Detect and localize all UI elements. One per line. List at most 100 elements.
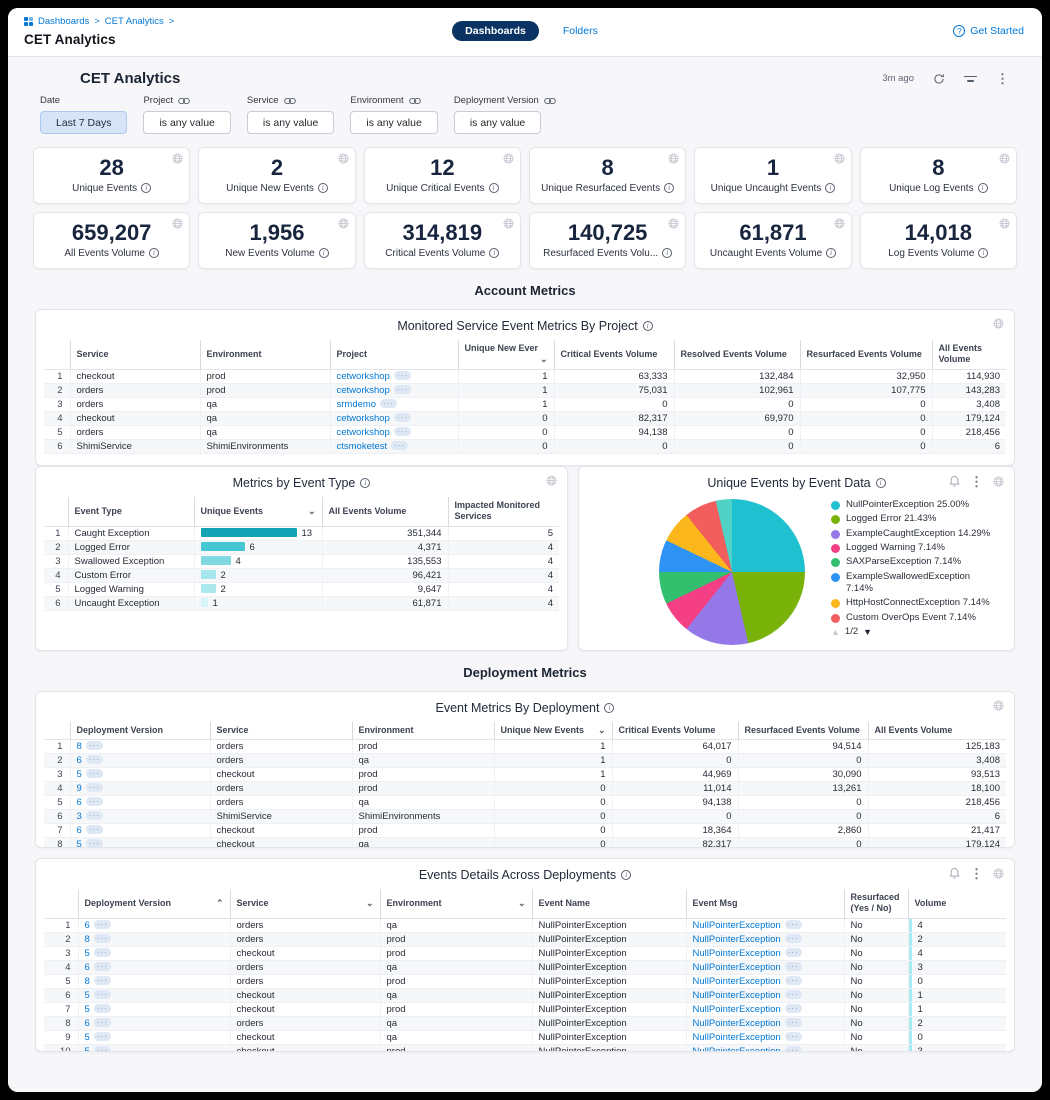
cell-link[interactable]: 5 bbox=[85, 1046, 90, 1053]
cell-link[interactable]: 6 bbox=[85, 920, 90, 931]
cell-link[interactable]: srmdemo bbox=[337, 399, 377, 410]
pie-chart[interactable] bbox=[659, 499, 805, 645]
column-header[interactable]: Critical Events Volume bbox=[612, 722, 738, 740]
ellipsis-badge[interactable]: ··· bbox=[86, 797, 103, 806]
globe-icon[interactable] bbox=[546, 475, 557, 486]
ellipsis-badge[interactable]: ··· bbox=[785, 1018, 802, 1027]
cell-link[interactable]: 6 bbox=[77, 797, 82, 808]
cell-link[interactable]: 5 bbox=[85, 948, 90, 959]
ellipsis-badge[interactable]: ··· bbox=[394, 427, 411, 436]
info-icon[interactable]: i bbox=[360, 478, 370, 488]
column-header[interactable]: Unique New Ever⌄ bbox=[458, 340, 554, 369]
legend-item[interactable]: SAXParseException 7.14% bbox=[831, 556, 991, 568]
column-header[interactable]: Impacted Monitored Services bbox=[448, 497, 559, 526]
legend-page-up-icon[interactable]: ▲ bbox=[831, 627, 840, 637]
cell-link[interactable]: 5 bbox=[77, 769, 82, 780]
column-header[interactable]: Event Name bbox=[532, 889, 686, 918]
cell-link[interactable]: ctsmoketest bbox=[337, 441, 388, 452]
cell-link[interactable]: 9 bbox=[77, 783, 82, 794]
cell-link[interactable]: 3 bbox=[77, 811, 82, 822]
column-header[interactable]: Environment⌄ bbox=[380, 889, 532, 918]
info-icon[interactable]: i bbox=[141, 183, 151, 193]
info-icon[interactable]: i bbox=[318, 183, 328, 193]
refresh-icon[interactable] bbox=[933, 73, 945, 85]
cell-link[interactable]: 5 bbox=[85, 1004, 90, 1015]
ellipsis-badge[interactable]: ··· bbox=[785, 962, 802, 971]
legend-item[interactable]: Logged Warning 7.14% bbox=[831, 542, 991, 554]
cell-link[interactable]: 6 bbox=[77, 825, 82, 836]
ellipsis-badge[interactable]: ··· bbox=[94, 1046, 111, 1053]
legend-item[interactable]: Logged Error 21.43% bbox=[831, 513, 991, 525]
filter-value-chip[interactable]: is any value bbox=[350, 111, 437, 134]
ellipsis-badge[interactable]: ··· bbox=[86, 769, 103, 778]
cell-link[interactable]: NullPointerException bbox=[693, 1004, 781, 1015]
tab-folders[interactable]: Folders bbox=[563, 25, 598, 37]
cell-link[interactable]: 5 bbox=[77, 839, 82, 848]
filter-value-chip[interactable]: is any value bbox=[247, 111, 334, 134]
ellipsis-badge[interactable]: ··· bbox=[86, 811, 103, 820]
column-header[interactable]: Environment bbox=[200, 340, 330, 369]
column-header[interactable]: Deployment Version⌃ bbox=[78, 889, 230, 918]
ellipsis-badge[interactable]: ··· bbox=[394, 371, 411, 380]
cell-link[interactable]: 8 bbox=[85, 976, 90, 987]
cell-link[interactable]: NullPointerException bbox=[693, 1046, 781, 1053]
column-header[interactable]: Unique New Events⌄ bbox=[494, 722, 612, 740]
column-header[interactable]: Event Type bbox=[68, 497, 194, 526]
globe-icon[interactable] bbox=[338, 153, 349, 164]
tab-dashboards[interactable]: Dashboards bbox=[452, 21, 539, 41]
kebab-menu-icon[interactable]: ⋮ bbox=[970, 869, 983, 879]
cell-link[interactable]: cetworkshop bbox=[337, 413, 390, 424]
bell-icon[interactable] bbox=[949, 475, 960, 488]
cell-link[interactable]: 6 bbox=[77, 755, 82, 766]
cell-link[interactable]: NullPointerException bbox=[693, 934, 781, 945]
cell-link[interactable]: NullPointerException bbox=[693, 990, 781, 1001]
ellipsis-badge[interactable]: ··· bbox=[785, 1032, 802, 1041]
cell-link[interactable]: 6 bbox=[85, 1018, 90, 1029]
column-header[interactable]: Service bbox=[210, 722, 352, 740]
legend-item[interactable]: ExampleSwallowedException 7.14% bbox=[831, 571, 991, 596]
column-header[interactable]: Project bbox=[330, 340, 458, 369]
globe-icon[interactable] bbox=[338, 218, 349, 229]
ellipsis-badge[interactable]: ··· bbox=[94, 1032, 111, 1041]
ellipsis-badge[interactable]: ··· bbox=[380, 399, 397, 408]
ellipsis-badge[interactable]: ··· bbox=[785, 976, 802, 985]
globe-icon[interactable] bbox=[999, 153, 1010, 164]
ellipsis-badge[interactable]: ··· bbox=[86, 741, 103, 750]
info-icon[interactable]: i bbox=[489, 248, 499, 258]
cell-link[interactable]: cetworkshop bbox=[337, 385, 390, 396]
cell-link[interactable]: 6 bbox=[85, 962, 90, 973]
column-header[interactable]: All Events Volume bbox=[868, 722, 1006, 740]
ellipsis-badge[interactable]: ··· bbox=[785, 1046, 802, 1053]
column-header[interactable]: Resurfaced Events Volume bbox=[800, 340, 932, 369]
cell-link[interactable]: NullPointerException bbox=[693, 948, 781, 959]
column-header[interactable]: All Events Volume bbox=[322, 497, 448, 526]
info-icon[interactable]: i bbox=[826, 248, 836, 258]
sort-desc-icon[interactable]: ⌄ bbox=[308, 506, 316, 517]
info-icon[interactable]: i bbox=[662, 248, 672, 258]
globe-icon[interactable] bbox=[993, 700, 1004, 711]
cell-link[interactable]: 8 bbox=[77, 741, 82, 752]
info-icon[interactable]: i bbox=[489, 183, 499, 193]
ellipsis-badge[interactable]: ··· bbox=[94, 934, 111, 943]
ellipsis-badge[interactable]: ··· bbox=[94, 1018, 111, 1027]
cell-link[interactable]: cetworkshop bbox=[337, 427, 390, 438]
globe-icon[interactable] bbox=[503, 218, 514, 229]
legend-item[interactable]: NullPointerException 25.00% bbox=[831, 499, 991, 511]
info-icon[interactable]: i bbox=[149, 248, 159, 258]
ellipsis-badge[interactable]: ··· bbox=[86, 825, 103, 834]
ellipsis-badge[interactable]: ··· bbox=[86, 755, 103, 764]
ellipsis-badge[interactable]: ··· bbox=[785, 934, 802, 943]
column-header[interactable]: Volume bbox=[908, 889, 1006, 918]
get-started-link[interactable]: ? Get Started bbox=[953, 25, 1024, 37]
ellipsis-badge[interactable]: ··· bbox=[785, 1004, 802, 1013]
ellipsis-badge[interactable]: ··· bbox=[785, 920, 802, 929]
column-header[interactable]: Service⌄ bbox=[230, 889, 380, 918]
kebab-menu-icon[interactable]: ⋮ bbox=[970, 477, 983, 487]
ellipsis-badge[interactable]: ··· bbox=[86, 783, 103, 792]
info-icon[interactable]: i bbox=[319, 248, 329, 258]
info-icon[interactable]: i bbox=[978, 183, 988, 193]
filter-value-chip[interactable]: is any value bbox=[454, 111, 541, 134]
column-header[interactable]: Resurfaced (Yes / No) bbox=[844, 889, 908, 918]
column-header[interactable]: All Events Volume bbox=[932, 340, 1006, 369]
info-icon[interactable]: i bbox=[643, 321, 653, 331]
